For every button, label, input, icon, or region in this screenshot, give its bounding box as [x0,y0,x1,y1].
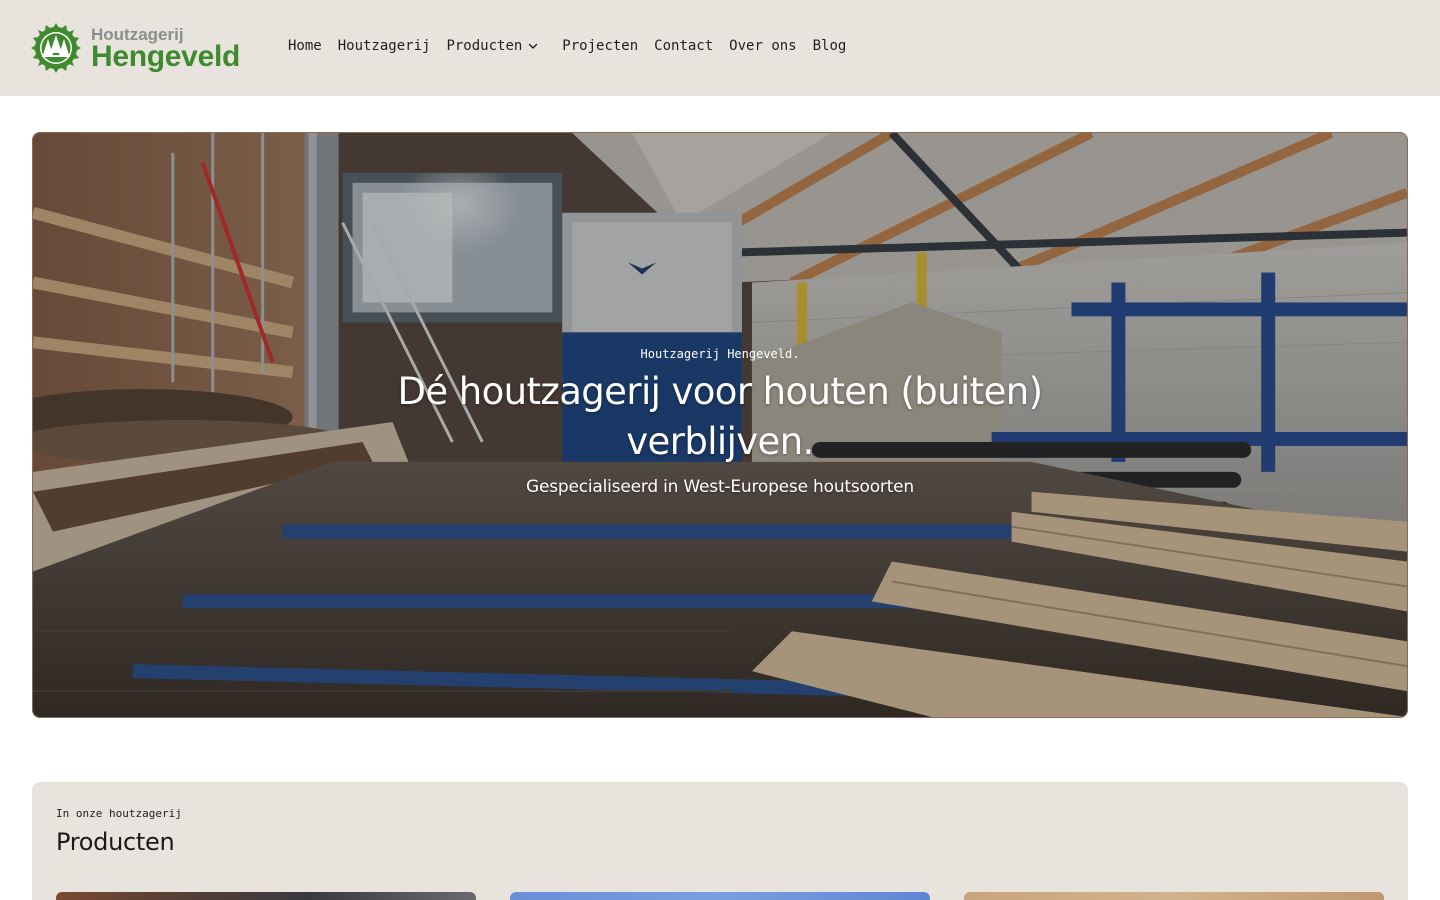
nav-over-ons[interactable]: Over ons [729,38,796,54]
nav-projecten[interactable]: Projecten [562,38,638,54]
nav-home[interactable]: Home [288,38,322,54]
product-card-3[interactable] [964,892,1384,900]
site-header: Houtzagerij Hengeveld Home Houtzagerij P… [0,0,1440,96]
products-eyebrow: In onze houtzagerij [56,807,182,820]
product-card-2[interactable] [510,892,930,900]
hero-content: Houtzagerij Hengeveld. Dé houtzagerij vo… [33,347,1407,497]
nav-producten-label: Producten [446,38,523,54]
product-card-1[interactable] [56,892,476,900]
logo-main-text: Hengeveld [91,40,241,73]
products-title: Producten [56,828,175,856]
nav-blog[interactable]: Blog [813,38,847,54]
hero-subtitle: Gespecialiseerd in West-Europese houtsoo… [525,477,915,497]
nav-houtzagerij[interactable]: Houtzagerij [338,38,431,54]
nav-contact[interactable]: Contact [654,38,713,54]
chevron-down-icon [529,43,538,49]
hero-eyebrow: Houtzagerij Hengeveld. [640,347,800,361]
hero-banner: Houtzagerij Hengeveld. Dé houtzagerij vo… [32,132,1408,718]
nav-producten[interactable]: Producten [446,38,540,54]
site-logo[interactable]: Houtzagerij Hengeveld [31,23,240,73]
products-section: In onze houtzagerij Producten [32,782,1408,900]
main-nav: Home Houtzagerij Producten Projecten Con… [288,38,862,54]
saw-blade-forest-icon [31,23,81,73]
hero-title: Dé houtzagerij voor houten (buiten) verb… [397,370,1044,463]
